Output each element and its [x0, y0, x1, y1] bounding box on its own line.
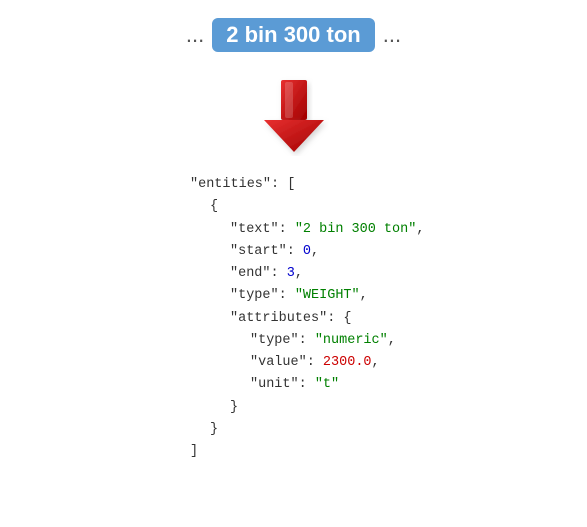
json-close-bracket: ]: [190, 441, 424, 463]
json-attr-type-line: "type": "numeric",: [250, 330, 424, 352]
json-close-brace-inner: }: [230, 397, 424, 419]
json-close-brace-outer: }: [210, 419, 424, 441]
top-line: ... 2 bin 300 ton ...: [186, 18, 401, 52]
json-attributes-line: "attributes": {: [230, 308, 424, 330]
json-start-line: "start": 0,: [230, 241, 424, 263]
json-attr-value-line: "value": 2300.0,: [250, 352, 424, 374]
json-end-line: "end": 3,: [230, 263, 424, 285]
entities-key: "entities": [190, 177, 271, 192]
down-arrow-icon: [259, 76, 329, 156]
highlight-text: 2 bin 300 ton: [212, 18, 374, 52]
colon-bracket: : [: [271, 177, 295, 192]
json-entities-line: "entities": [: [190, 174, 424, 196]
json-type-line: "type": "WEIGHT",: [230, 285, 424, 307]
json-block: "entities": [ { "text": "2 bin 300 ton",…: [190, 174, 424, 463]
json-open-brace: {: [210, 196, 424, 218]
json-text-line: "text": "2 bin 300 ton",: [230, 219, 424, 241]
ellipsis-left: ...: [186, 22, 204, 48]
arrow-container: [259, 76, 329, 156]
ellipsis-right: ...: [383, 22, 401, 48]
json-attr-unit-line: "unit": "t": [250, 374, 424, 396]
